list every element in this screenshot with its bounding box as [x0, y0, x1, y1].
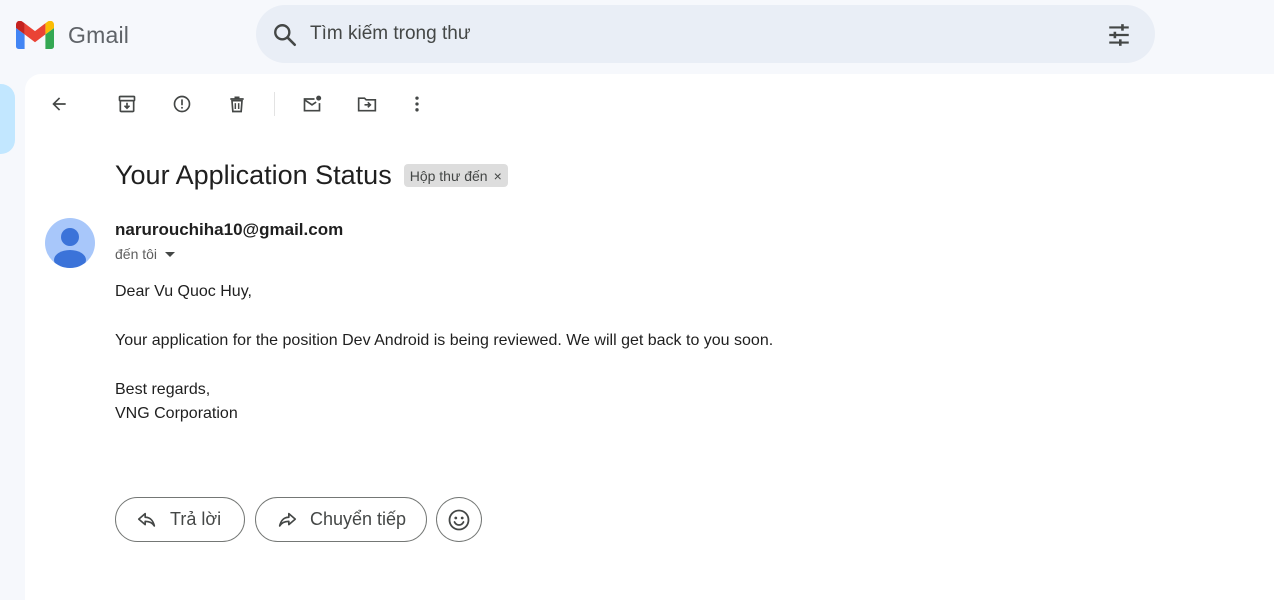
gmail-logo[interactable]: Gmail — [16, 18, 140, 52]
reply-icon — [137, 512, 156, 527]
email-closing: Best regards, — [115, 381, 211, 398]
search-icon[interactable] — [272, 22, 298, 48]
sender-email[interactable]: narurouchiha10@gmail.com — [115, 220, 343, 240]
email-body-line: Your application for the position Dev An… — [115, 332, 774, 349]
subject-row: Your Application Status Hộp thư đến × — [115, 160, 508, 191]
emoji-reaction-button[interactable] — [436, 497, 482, 542]
forward-button[interactable]: Chuyển tiếp — [255, 497, 427, 542]
inbox-label-chip[interactable]: Hộp thư đến × — [403, 164, 508, 187]
move-to-icon — [357, 97, 377, 112]
search-bar[interactable] — [256, 5, 1155, 63]
report-spam-button[interactable] — [168, 90, 196, 118]
sender-avatar[interactable] — [45, 218, 95, 268]
archive-button[interactable] — [113, 90, 141, 118]
move-to-button[interactable] — [353, 90, 381, 118]
back-button[interactable] — [45, 90, 73, 118]
search-input[interactable] — [310, 17, 1070, 51]
message-panel: Your Application Status Hộp thư đến × na… — [25, 74, 1274, 600]
back-icon — [52, 97, 66, 111]
delete-button[interactable] — [223, 90, 251, 118]
search-options-icon[interactable] — [1106, 22, 1132, 48]
caret-down-icon — [165, 251, 176, 257]
forward-icon — [278, 512, 297, 527]
mark-unread-button[interactable] — [298, 90, 326, 118]
remove-label-icon[interactable]: × — [494, 168, 502, 184]
report-spam-icon — [173, 95, 191, 113]
inbox-label-text: Hộp thư đến — [409, 167, 488, 184]
reply-label: Trả lời — [170, 509, 222, 529]
gmail-m-icon — [16, 21, 54, 49]
nav-active-indicator[interactable] — [0, 84, 15, 154]
delete-icon — [230, 96, 244, 113]
more-options-icon — [415, 96, 419, 112]
person-icon — [54, 228, 86, 268]
email-subject: Your Application Status — [115, 160, 392, 190]
reply-button[interactable]: Trả lời — [115, 497, 245, 542]
forward-label: Chuyển tiếp — [310, 509, 407, 529]
email-greeting: Dear Vu Quoc Huy, — [115, 283, 252, 300]
gmail-wordmark: Gmail — [68, 21, 130, 48]
email-signature: VNG Corporation — [115, 405, 238, 422]
recipient-text: đến tôi — [115, 246, 158, 262]
recipient-details-toggle[interactable]: đến tôi — [115, 246, 176, 262]
more-options-button[interactable] — [403, 90, 431, 118]
emoji-icon — [448, 509, 470, 530]
mark-unread-icon — [303, 95, 322, 112]
archive-icon — [118, 95, 136, 113]
top-bar: Gmail — [0, 0, 1274, 70]
toolbar-divider — [274, 92, 275, 116]
